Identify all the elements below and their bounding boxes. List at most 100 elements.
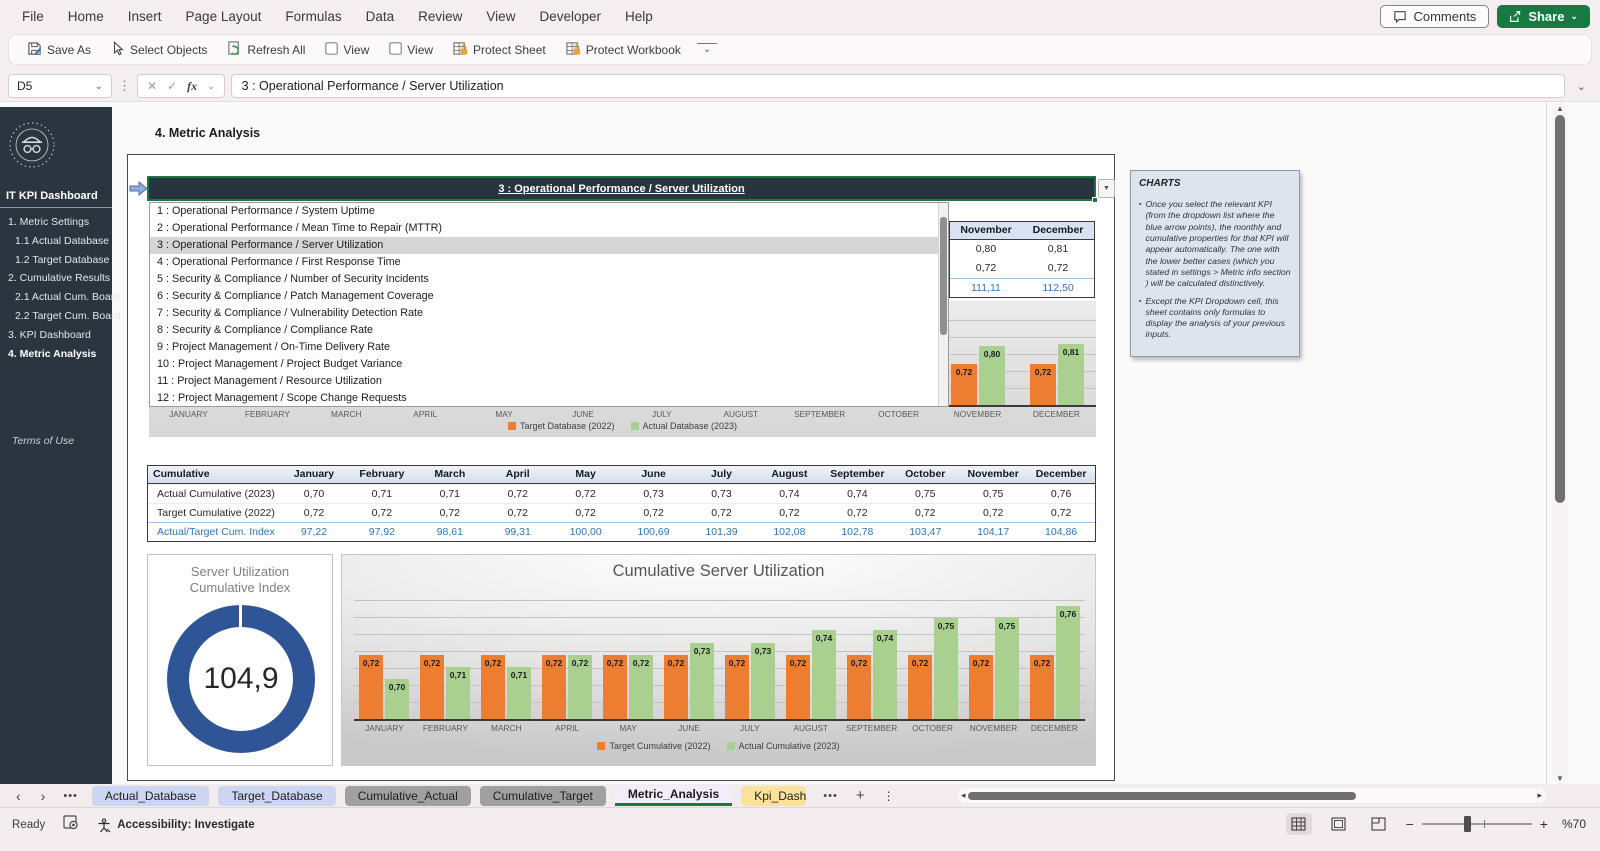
accessibility-status[interactable]: Accessibility: Investigate (97, 817, 255, 833)
table-cell[interactable]: 101,39 (688, 523, 756, 541)
toolbar-select-objects[interactable]: Select Objects (103, 37, 215, 63)
horizontal-scrollbar-thumb[interactable] (968, 791, 1356, 800)
cell-fill-handle[interactable] (1092, 197, 1098, 203)
kpi-option[interactable]: 6 : Security & Compliance / Patch Manage… (150, 288, 948, 305)
sidebar-item-4-metric-analysis[interactable]: 4. Metric Analysis (0, 345, 112, 364)
table-cell[interactable]: 0,72 (823, 504, 891, 522)
checkbox-icon[interactable] (325, 41, 339, 58)
zoom-slider[interactable] (1421, 816, 1532, 832)
sheet-tab-actual_database[interactable]: Actual_Database (91, 785, 210, 806)
toolbar-save-as[interactable]: Save As (19, 37, 99, 63)
table-cell[interactable]: 0,72 (484, 485, 552, 503)
tabs-scroll-right-icon[interactable]: › (31, 786, 56, 806)
kpi-option[interactable]: 7 : Security & Compliance / Vulnerabilit… (150, 305, 948, 322)
kpi-option[interactable]: 11 : Project Management / Resource Utili… (150, 373, 948, 390)
table-cell[interactable]: 111,11 (950, 279, 1022, 297)
dropdown-scrollbar-thumb[interactable] (940, 217, 947, 335)
sidebar-item-2-1-actual-cum-board[interactable]: 2.1 Actual Cum. Board (0, 288, 120, 307)
terms-of-use-link[interactable]: Terms of Use (0, 435, 112, 447)
column-header[interactable]: December (1022, 222, 1094, 239)
column-header[interactable]: August (755, 466, 823, 483)
zoom-percentage[interactable]: %70 (1562, 817, 1586, 831)
page-break-view-button[interactable] (1366, 813, 1392, 835)
kpi-dropdown-cell[interactable]: 3 : Operational Performance / Server Uti… (149, 178, 1098, 203)
sheet-tab-cumulative_actual[interactable]: Cumulative_Actual (344, 785, 471, 806)
toolbar-protect-sheet[interactable]: Protect Sheet (445, 37, 554, 63)
column-header[interactable]: November (950, 222, 1022, 239)
table-cell[interactable]: 104,86 (1027, 523, 1095, 541)
kpi-option[interactable]: 1 : Operational Performance / System Upt… (150, 203, 948, 220)
kpi-option[interactable]: 9 : Project Management / On-Time Deliver… (150, 339, 948, 356)
table-cell[interactable]: 0,72 (552, 485, 620, 503)
sidebar-item-1-2-target-database[interactable]: 1.2 Target Database (0, 251, 112, 270)
kpi-dropdown-button[interactable]: ▼ (1098, 179, 1115, 198)
hscroll-right-icon[interactable]: ▸ (1537, 790, 1542, 801)
column-header[interactable]: December (1027, 466, 1095, 483)
menu-item-home[interactable]: Home (56, 3, 116, 30)
table-cell[interactable]: 0,72 (688, 504, 756, 522)
vertical-scrollbar[interactable]: ▲ ▼ (1552, 102, 1568, 785)
table-cell[interactable]: 98,61 (416, 523, 484, 541)
cancel-entry-icon[interactable]: ✕ (147, 79, 157, 93)
kpi-option[interactable]: 12 : Project Management / Scope Change R… (150, 390, 948, 407)
sheet-tab-metric_analysis[interactable]: Metric_Analysis (614, 785, 733, 806)
horizontal-scrollbar[interactable]: ◂ ▸ (958, 788, 1546, 803)
kpi-option[interactable]: 4 : Operational Performance / First Resp… (150, 254, 948, 271)
table-cell[interactable]: 0,70 (280, 485, 348, 503)
sidebar-item-2-cumulative-results[interactable]: 2. Cumulative Results (0, 269, 112, 288)
table-cell[interactable]: 0,72 (959, 504, 1027, 522)
sidebar-item-2-2-target-cum-board[interactable]: 2.2 Target Cum. Board (0, 307, 120, 326)
kpi-option[interactable]: 5 : Security & Compliance / Number of Se… (150, 271, 948, 288)
confirm-entry-icon[interactable]: ✓ (167, 79, 177, 93)
table-cell[interactable]: 0,75 (891, 485, 959, 503)
column-header[interactable]: November (959, 466, 1027, 483)
kpi-option[interactable]: 3 : Operational Performance / Server Uti… (150, 237, 948, 254)
column-header[interactable]: March (416, 466, 484, 483)
menu-item-page-layout[interactable]: Page Layout (174, 3, 274, 30)
table-cell[interactable]: 102,08 (755, 523, 823, 541)
table-cell[interactable]: 103,47 (891, 523, 959, 541)
row-label[interactable]: Actual/Target Cum. Index (148, 523, 280, 541)
menu-item-developer[interactable]: Developer (527, 3, 613, 30)
dropdown-scrollbar[interactable] (938, 203, 948, 406)
table-cell[interactable]: 112,50 (1022, 279, 1094, 297)
table-cell[interactable]: 97,22 (280, 523, 348, 541)
macro-record-icon[interactable] (63, 815, 79, 835)
comments-button[interactable]: Comments (1380, 5, 1490, 28)
vertical-scrollbar-thumb[interactable] (1555, 115, 1565, 503)
table-cell[interactable]: 0,72 (416, 504, 484, 522)
more-sheets-icon[interactable]: ••• (815, 790, 846, 802)
table-cell[interactable]: 0,73 (688, 485, 756, 503)
table-cell[interactable]: 0,72 (950, 259, 1022, 278)
table-cell[interactable]: 0,72 (1022, 259, 1094, 278)
menu-item-view[interactable]: View (474, 3, 527, 30)
table-cell[interactable]: 0,72 (552, 504, 620, 522)
scroll-up-icon[interactable]: ▲ (1552, 104, 1568, 113)
menu-item-help[interactable]: Help (613, 3, 665, 30)
kpi-option[interactable]: 8 : Security & Compliance / Compliance R… (150, 322, 948, 339)
table-cell[interactable]: 0,72 (280, 504, 348, 522)
toolbar-protect-workbook[interactable]: Protect Workbook (558, 37, 689, 63)
tabs-scroll-left-icon[interactable]: ‹ (6, 786, 31, 806)
table-cell[interactable]: 0,74 (823, 485, 891, 503)
table-cell[interactable]: 100,00 (552, 523, 620, 541)
checkbox-icon[interactable] (389, 41, 403, 58)
toolbar-view[interactable]: View (317, 38, 377, 62)
expand-formula-bar-icon[interactable]: ⌄ (1571, 80, 1592, 93)
column-header[interactable]: January (280, 466, 348, 483)
sheet-tab-kpi_dash[interactable]: Kpi_Dash (741, 785, 807, 806)
toolbar-more-icon[interactable]: ⌄ (696, 43, 718, 56)
table-cell[interactable]: 99,31 (484, 523, 552, 541)
table-cell[interactable]: 0,80 (950, 240, 1022, 259)
table-cell[interactable]: 0,76 (1027, 485, 1095, 503)
table-cell[interactable]: 0,71 (348, 485, 416, 503)
cumulative-server-utilization-chart[interactable]: Cumulative Server Utilization 0,72 0,70 0,… (341, 554, 1096, 766)
sheet-options-icon[interactable]: ⋮ (875, 789, 903, 803)
table-cell[interactable]: 100,69 (620, 523, 688, 541)
table-cell[interactable]: 0,72 (755, 504, 823, 522)
sheet-tab-target_database[interactable]: Target_Database (218, 785, 336, 806)
table-cell[interactable]: 0,72 (620, 504, 688, 522)
table-cell[interactable]: 0,75 (959, 485, 1027, 503)
sidebar-item-1-1-actual-database[interactable]: 1.1 Actual Database (0, 232, 112, 251)
column-header[interactable]: April (484, 466, 552, 483)
